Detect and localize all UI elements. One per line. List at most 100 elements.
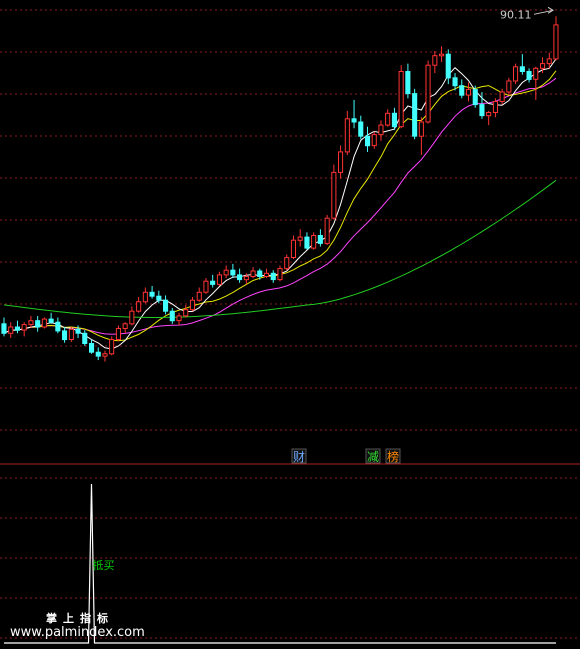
ma60-line <box>3 179 557 318</box>
candle-body <box>290 239 296 258</box>
event-badge[interactable]: 减 <box>365 448 381 464</box>
candlesticks[interactable] <box>1 16 559 362</box>
candle-body <box>8 326 14 334</box>
candle <box>459 79 465 99</box>
candle <box>425 60 431 124</box>
candle-body <box>284 257 290 270</box>
event-badge[interactable]: 财 <box>291 448 307 464</box>
candle-body <box>109 339 115 355</box>
candle <box>432 51 438 74</box>
candle-body <box>513 66 519 82</box>
candle-body <box>28 320 34 326</box>
candle <box>486 110 492 126</box>
event-badges[interactable]: 财 减榜 <box>291 448 401 464</box>
badge-text: 榜 <box>387 449 399 464</box>
candle-body <box>297 236 303 241</box>
candle <box>48 312 54 324</box>
candle-body <box>14 326 20 331</box>
candle-body <box>479 104 485 117</box>
candle <box>223 265 229 279</box>
candle <box>324 215 330 245</box>
chart-root: 90.11 财 减榜 抵买 掌上指标 www.palmindex.com <box>0 0 580 649</box>
candle-body <box>486 112 492 117</box>
candle-body <box>129 310 135 325</box>
candle <box>344 110 350 156</box>
candle-body <box>243 276 249 281</box>
candle <box>284 254 290 271</box>
candle-body <box>210 280 216 285</box>
candle-body <box>492 101 498 113</box>
candle-body <box>183 309 189 317</box>
peak-label: 90.11 <box>500 8 532 21</box>
candle-body <box>506 80 512 93</box>
candle <box>28 315 34 328</box>
candle-body <box>223 269 229 276</box>
candle-body <box>68 328 74 340</box>
candle-body <box>331 171 337 219</box>
candle <box>210 274 216 288</box>
watermark-title: 掌上指标 <box>46 611 114 625</box>
candle-body <box>142 291 148 303</box>
candle <box>203 278 209 294</box>
candle-body <box>439 53 445 57</box>
candle <box>189 297 195 312</box>
candle <box>169 308 175 324</box>
candle <box>513 63 519 85</box>
candle-body <box>425 64 431 123</box>
candle-body <box>344 118 350 153</box>
candle-body <box>35 320 41 328</box>
candle-body <box>277 268 283 281</box>
candle <box>405 63 411 99</box>
candle-body <box>169 310 175 322</box>
candle <box>398 65 404 129</box>
candle-body <box>519 66 525 73</box>
candle-body <box>257 270 263 277</box>
candle-body <box>264 272 270 277</box>
candle <box>109 336 115 356</box>
candle <box>35 315 41 332</box>
peak-arrow-icon <box>533 6 554 15</box>
candle-body <box>371 134 377 147</box>
watermark-url: www.palmindex.com <box>10 625 145 640</box>
candle-body <box>445 53 451 79</box>
candle-body <box>452 77 458 87</box>
stock-chart: 90.11 财 减榜 抵买 掌上指标 www.palmindex.com <box>0 6 580 644</box>
candle <box>418 117 424 156</box>
candle-body <box>526 71 532 80</box>
candle <box>533 66 539 100</box>
candle-body <box>82 332 88 344</box>
candle-body <box>55 321 61 332</box>
candle <box>129 306 135 326</box>
candle-body <box>459 85 465 96</box>
candle-body <box>351 118 357 123</box>
candle <box>196 287 202 302</box>
candle <box>492 98 498 118</box>
candle-body <box>546 58 552 65</box>
candle <box>1 317 7 337</box>
candle <box>331 164 337 220</box>
candle-body <box>553 24 559 60</box>
candle-body <box>122 323 128 329</box>
candle <box>297 229 303 247</box>
candle <box>391 107 397 130</box>
candle-body <box>405 71 411 95</box>
candle <box>8 322 14 338</box>
candle-body <box>75 328 81 334</box>
candle <box>311 232 317 250</box>
candle-body <box>196 291 202 301</box>
candle-body <box>358 121 364 137</box>
candle <box>102 350 108 362</box>
candle <box>216 271 222 286</box>
candle <box>365 126 371 152</box>
candle <box>41 317 47 329</box>
candle-body <box>21 324 27 331</box>
candle-body <box>418 121 424 137</box>
peak-annotation: 90.11 <box>500 6 554 21</box>
event-badge[interactable]: 榜 <box>385 448 401 464</box>
candle <box>115 325 122 342</box>
candle-body <box>163 299 169 312</box>
candle <box>21 322 27 337</box>
candle-body <box>311 235 317 249</box>
candle-body <box>385 112 391 126</box>
candle-body <box>365 135 371 147</box>
